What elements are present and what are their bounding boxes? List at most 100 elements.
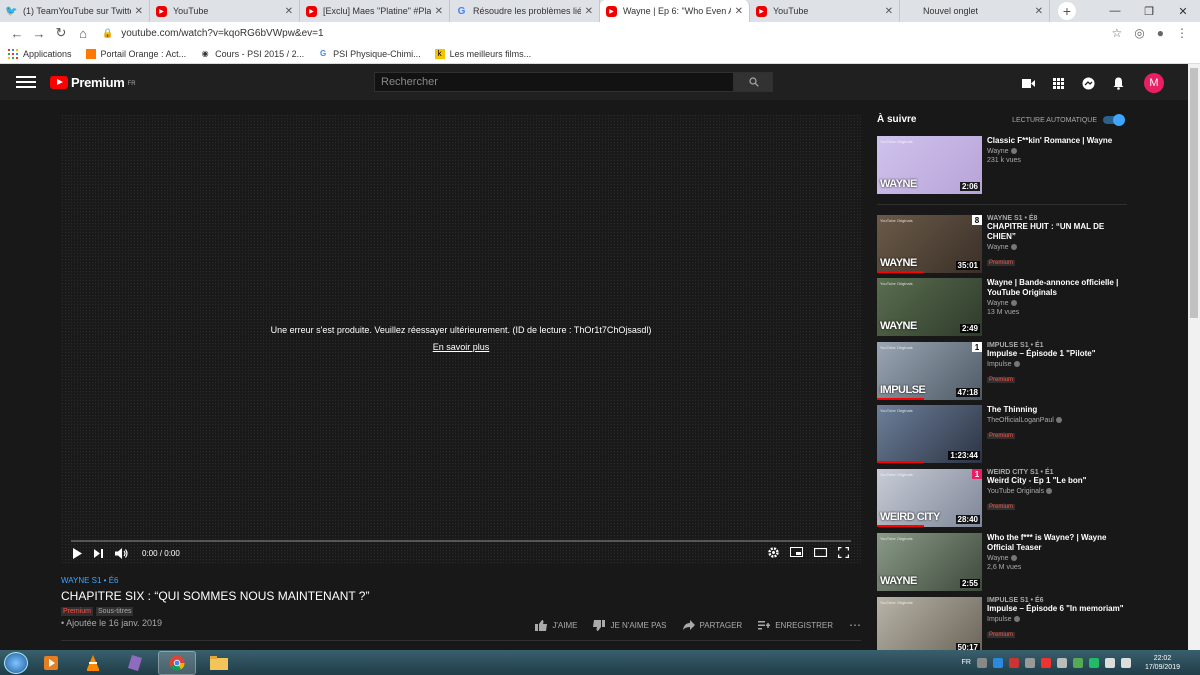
theater-mode-icon[interactable]: [813, 547, 828, 559]
page-scrollbar[interactable]: [1188, 64, 1200, 650]
channel-name[interactable]: Wayne: [987, 148, 1127, 155]
video-thumbnail[interactable]: YouTube Originals 1:23:44: [877, 405, 982, 463]
notifications-bell-icon[interactable]: [1110, 75, 1126, 91]
video-player[interactable]: Une erreur s'est produite. Veuillez rées…: [61, 114, 861, 564]
hamburger-menu-icon[interactable]: [16, 76, 36, 88]
recommendation-item[interactable]: YouTube Originals IMPULSE 1 47:18 IMPULSE S1…: [877, 342, 1127, 400]
learn-more-link[interactable]: En savoir plus: [61, 342, 861, 352]
home-icon[interactable]: ⌂: [72, 26, 94, 41]
bookmark-item[interactable]: k Les meilleurs films...: [434, 48, 531, 59]
close-window-icon[interactable]: ✕: [1166, 0, 1200, 22]
close-tab-icon[interactable]: ✕: [735, 6, 743, 17]
reload-icon[interactable]: ↻: [50, 25, 72, 41]
recommendation-item[interactable]: YouTube Originals WEIRD CITY 1 28:40 WEIRD C…: [877, 469, 1127, 527]
browser-tab[interactable]: ▶ YouTube ✕: [750, 0, 900, 22]
share-button[interactable]: PARTAGER: [682, 620, 742, 630]
settings-gear-icon[interactable]: [768, 546, 779, 560]
tray-icon[interactable]: [1056, 657, 1067, 668]
tray-icon[interactable]: [992, 657, 1003, 668]
recommendation-item[interactable]: YouTube Originals 50:17 IMPULSE S1 • É6 Imp…: [877, 597, 1127, 655]
volume-tray-icon[interactable]: [1120, 657, 1131, 668]
start-button[interactable]: [4, 651, 28, 674]
video-thumbnail[interactable]: YouTube Originals WAYNE 8 35:01: [877, 215, 982, 273]
chrome-menu-icon[interactable]: ⋮: [1176, 26, 1188, 40]
tray-icon[interactable]: [1088, 657, 1099, 668]
maximize-icon[interactable]: ❐: [1132, 0, 1166, 22]
fullscreen-icon[interactable]: [837, 546, 850, 560]
save-button[interactable]: ENREGISTRER: [758, 620, 833, 630]
profile-icon[interactable]: ●: [1157, 26, 1164, 40]
browser-tab-active[interactable]: ▶ Wayne | Ep 6: "Who Even Are We ✕: [600, 0, 750, 22]
autoplay-toggle[interactable]: [1103, 114, 1125, 126]
vlc-app[interactable]: [74, 651, 112, 675]
browser-tab[interactable]: 🐦 (1) TeamYouTube sur Twitter : "@ ✕: [0, 0, 150, 22]
language-indicator[interactable]: FR: [962, 659, 971, 666]
channel-name[interactable]: Wayne: [987, 300, 1127, 307]
forward-icon[interactable]: →: [28, 26, 50, 41]
browser-tab[interactable]: G Résoudre les problèmes liés aux ✕: [450, 0, 600, 22]
tray-icon[interactable]: [1072, 657, 1083, 668]
chrome-app[interactable]: [158, 650, 196, 675]
recommendation-item[interactable]: YouTube Originals WAYNE 2:49 Wayne | Bande-…: [877, 278, 1127, 336]
close-tab-icon[interactable]: ✕: [885, 6, 893, 17]
browser-tab[interactable]: Nouvel onglet ✕: [900, 0, 1050, 22]
bookmark-item[interactable]: G PSI Physique-Chimi...: [318, 49, 421, 59]
close-tab-icon[interactable]: ✕: [1035, 6, 1043, 17]
video-thumbnail[interactable]: YouTube Originals WAYNE 2:55: [877, 533, 982, 591]
address-bar[interactable]: 🔒 youtube.com/watch?v=kqoRG6bVWpw&ev=1: [102, 24, 1104, 42]
messages-icon[interactable]: [1080, 75, 1096, 91]
tray-icon[interactable]: [1024, 657, 1035, 668]
close-tab-icon[interactable]: ✕: [585, 6, 593, 17]
back-icon[interactable]: ←: [6, 26, 28, 41]
close-tab-icon[interactable]: ✕: [135, 6, 143, 17]
scrollbar-thumb[interactable]: [1190, 68, 1198, 318]
bookmark-star-icon[interactable]: ☆: [1112, 26, 1123, 40]
more-actions-icon[interactable]: ⋯: [849, 618, 861, 632]
video-thumbnail[interactable]: YouTube Originals WEIRD CITY 1 28:40: [877, 469, 982, 527]
video-thumbnail[interactable]: YouTube Originals IMPULSE 1 47:18: [877, 342, 982, 400]
recommendation-item[interactable]: YouTube Originals WAYNE 2:06 Classic F**kin…: [877, 136, 1127, 194]
video-thumbnail[interactable]: YouTube Originals 50:17: [877, 597, 982, 655]
extension-icon[interactable]: ◎: [1134, 26, 1144, 40]
media-player-app[interactable]: [32, 651, 70, 675]
youtube-premium-logo[interactable]: Premium FR: [50, 75, 136, 90]
create-video-icon[interactable]: [1020, 75, 1036, 91]
channel-name[interactable]: Impulse: [987, 361, 1127, 368]
channel-name[interactable]: Wayne: [987, 555, 1127, 562]
bookmark-applications[interactable]: Applications: [8, 48, 72, 59]
channel-name[interactable]: YouTube Originals: [987, 488, 1127, 495]
tray-icon[interactable]: [1040, 657, 1051, 668]
apps-icon[interactable]: [1050, 75, 1066, 91]
miniplayer-icon[interactable]: [790, 547, 803, 559]
dislike-button[interactable]: JE N'AIME PAS: [593, 619, 667, 631]
bookmark-item[interactable]: Portail Orange : Act...: [85, 48, 186, 59]
close-tab-icon[interactable]: ✕: [285, 6, 293, 17]
series-hashtag-link[interactable]: WAYNE S1 • É6: [61, 576, 861, 585]
new-tab-button[interactable]: +: [1058, 2, 1076, 20]
minimize-icon[interactable]: —: [1098, 0, 1132, 22]
avatar[interactable]: M: [1144, 73, 1164, 93]
recommendation-item[interactable]: YouTube Originals 1:23:44 The Thinning TheO…: [877, 405, 1127, 463]
video-thumbnail[interactable]: YouTube Originals WAYNE 2:06: [877, 136, 982, 194]
play-icon[interactable]: [73, 547, 82, 559]
search-input[interactable]: Rechercher: [374, 72, 734, 92]
file-explorer-app[interactable]: [200, 651, 238, 675]
tray-icon[interactable]: [1008, 657, 1019, 668]
browser-tab[interactable]: ▶ YouTube ✕: [150, 0, 300, 22]
like-button[interactable]: J'AIME: [535, 619, 577, 631]
next-icon[interactable]: [94, 548, 103, 558]
app-icon-purple[interactable]: [116, 651, 154, 675]
browser-tab[interactable]: ▶ [Exclu] Maes "Platine" #PlanèteR ✕: [300, 0, 450, 22]
recommendation-item[interactable]: YouTube Originals WAYNE 8 35:01 WAYNE S1 • É…: [877, 215, 1127, 273]
network-icon[interactable]: [1104, 657, 1115, 668]
video-thumbnail[interactable]: YouTube Originals WAYNE 2:49: [877, 278, 982, 336]
search-button[interactable]: [734, 72, 773, 92]
channel-name[interactable]: TheOfficialLoganPaul: [987, 417, 1127, 424]
channel-name[interactable]: Impulse: [987, 616, 1127, 623]
close-tab-icon[interactable]: ✕: [435, 6, 443, 17]
bookmark-item[interactable]: ◉ Cours - PSI 2015 / 2...: [200, 49, 305, 59]
recommendation-item[interactable]: YouTube Originals WAYNE 2:55 Who the f*** i…: [877, 533, 1127, 591]
clock[interactable]: 22:02 17/09/2019: [1145, 654, 1180, 672]
tray-icon[interactable]: [976, 657, 987, 668]
volume-icon[interactable]: [115, 547, 128, 559]
